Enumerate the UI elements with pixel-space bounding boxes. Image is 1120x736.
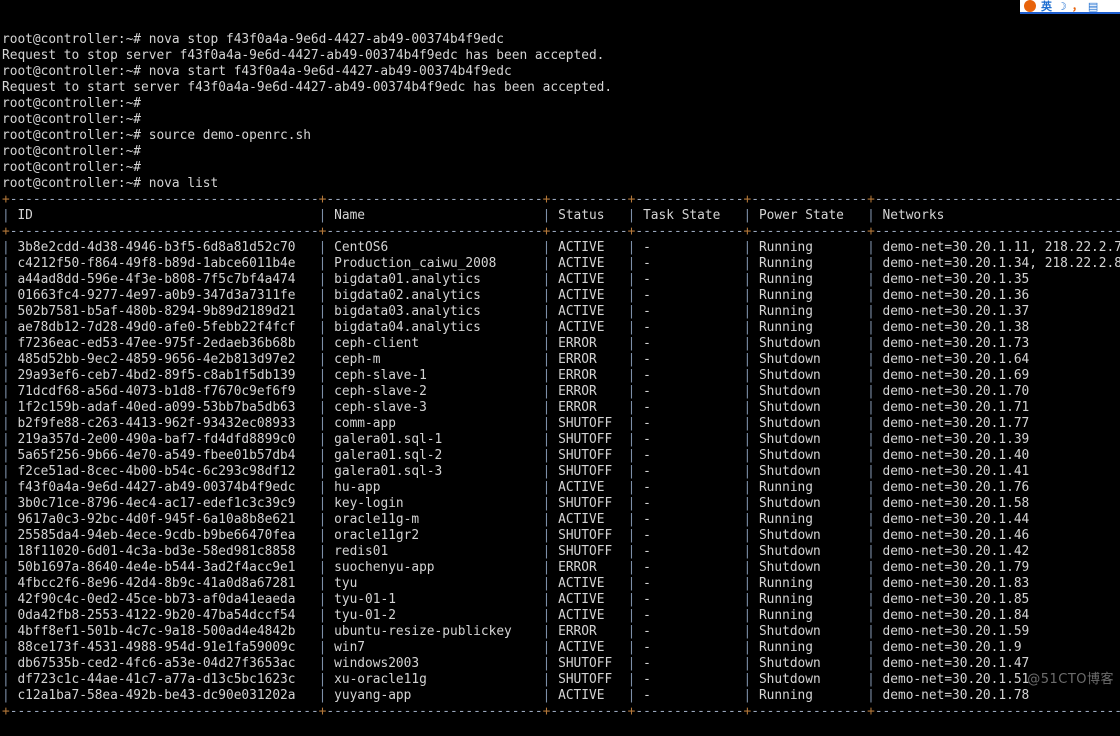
table-row: | 485d52bb-9ec2-4859-9656-4e2b813d97e2 |…	[2, 352, 1120, 367]
table-row: | f2ce51ad-8cec-4b00-b54c-6c293c98df12 |…	[2, 464, 1120, 479]
table-row: | c4212f50-f864-49f8-b89d-1abce6011b4e |…	[2, 256, 1120, 271]
ime-language-mode-label[interactable]: 英	[1041, 1, 1052, 12]
terminal-prompt-line: root@controller:~#	[2, 160, 149, 175]
terminal-prompt-line: root@controller:~#	[2, 96, 149, 111]
terminal-prompt-line: root@controller:~# nova stop f43f0a4a-9e…	[2, 32, 505, 47]
table-row: | 88ce173f-4531-4988-954d-91e1fa59009c |…	[2, 640, 1120, 655]
ime-floating-toolbar[interactable]: 英 ☽ ， ▤	[1020, 0, 1120, 14]
table-row: | 71dcdf68-a56d-4073-b1d8-f7670c9ef6f9 |…	[2, 384, 1120, 399]
table-row: | 18f11020-6d01-4c3a-bd3e-58ed981c8858 |…	[2, 544, 1120, 559]
terminal-prompt-line: root@controller:~# nova list	[2, 176, 219, 191]
table-row: | 01663fc4-9277-4e97-a0b9-347d3a7311fe |…	[2, 288, 1120, 303]
table-row: | 42f90c4c-0ed2-45ce-bb73-af0da41eaeda |…	[2, 592, 1120, 607]
table-row: | a44ad8dd-596e-4f3e-b808-7f5c7bf4a474 |…	[2, 272, 1120, 287]
ime-keyboard-icon[interactable]: ▤	[1088, 1, 1098, 12]
table-row: | db67535b-ced2-4fc6-a53e-04d27f3653ac |…	[2, 656, 1120, 671]
terminal-prompt-line: root@controller:~# source demo-openrc.sh	[2, 128, 311, 143]
table-row: | f43f0a4a-9e6d-4427-ab49-00374b4f9edc |…	[2, 480, 1120, 495]
table-row: | 0da42fb8-2553-4122-9b20-47ba54dccf54 |…	[2, 608, 1120, 623]
table-row: | 5a65f256-9b66-4e70-a549-fbee01b57db4 |…	[2, 448, 1120, 463]
terminal-prompt-line: root@controller:~# nova start f43f0a4a-9…	[2, 64, 512, 79]
table-row: | 9617a0c3-92bc-4d0f-945f-6a10a8b8e621 |…	[2, 512, 1120, 527]
table-row: | 4bff8ef1-501b-4c7c-9a18-500ad4e4842b |…	[2, 624, 1120, 639]
table-row: | b2f9fe88-c263-4413-962f-93432ec08933 |…	[2, 416, 1120, 431]
table-row: | 1f2c159b-adaf-40ed-a099-53bb7ba5db63 |…	[2, 400, 1120, 415]
table-row: | c12a1ba7-58ea-492b-be43-dc90e031202a |…	[2, 688, 1120, 703]
terminal-screen[interactable]: root@controller:~# nova stop f43f0a4a-9e…	[0, 0, 1120, 719]
table-bottom-border: +---------------------------------------…	[2, 704, 1120, 719]
table-header-border: +---------------------------------------…	[2, 224, 1120, 239]
table-row: | 25585da4-94eb-4ece-9cdb-b9be66470fea |…	[2, 528, 1120, 543]
table-header-row: | ID | Name | Status | Task State | Powe…	[2, 208, 1120, 223]
terminal-prompt-line: root@controller:~#	[2, 112, 149, 127]
terminal-prompt-line: root@controller:~#	[2, 144, 149, 159]
ime-logo-icon	[1024, 0, 1036, 12]
table-row: | 50b1697a-8640-4e4e-b544-3ad2f4acc9e1 |…	[2, 560, 1120, 575]
table-row: | 3b8e2cdd-4d38-4946-b3f5-6d8a81d52c70 |…	[2, 240, 1120, 255]
table-row: | ae78db12-7d28-49d0-afe0-5febb22f4fcf |…	[2, 320, 1120, 335]
table-top-border: +---------------------------------------…	[2, 192, 1120, 207]
ime-punctuation-icon[interactable]: ，	[1072, 1, 1083, 12]
terminal-output-line: Request to start server f43f0a4a-9e6d-44…	[2, 80, 613, 95]
table-row: | f7236eac-ed53-47ee-975f-2edaeb36b68b |…	[2, 336, 1120, 351]
terminal-output-line: Request to stop server f43f0a4a-9e6d-442…	[2, 48, 605, 63]
ime-moon-icon[interactable]: ☽	[1057, 1, 1067, 12]
terminal-output: root@controller:~# nova stop f43f0a4a-9e…	[2, 32, 1120, 720]
table-row: | 29a93ef6-ceb7-4bd2-89f5-c8ab1f5db139 |…	[2, 368, 1120, 383]
table-row: | 502b7581-b5af-480b-8294-9b89d2189d21 |…	[2, 304, 1120, 319]
table-row: | 4fbcc2f6-8e96-42d4-8b9c-41a0d8a67281 |…	[2, 576, 1120, 591]
table-row: | df723c1c-44ae-41c7-a77a-d13c5bc1623c |…	[2, 672, 1120, 687]
table-row: | 219a357d-2e00-490a-baf7-fd4dfd8899c0 |…	[2, 432, 1120, 447]
table-row: | 3b0c71ce-8796-4ec4-ac17-edef1c3c39c9 |…	[2, 496, 1120, 511]
